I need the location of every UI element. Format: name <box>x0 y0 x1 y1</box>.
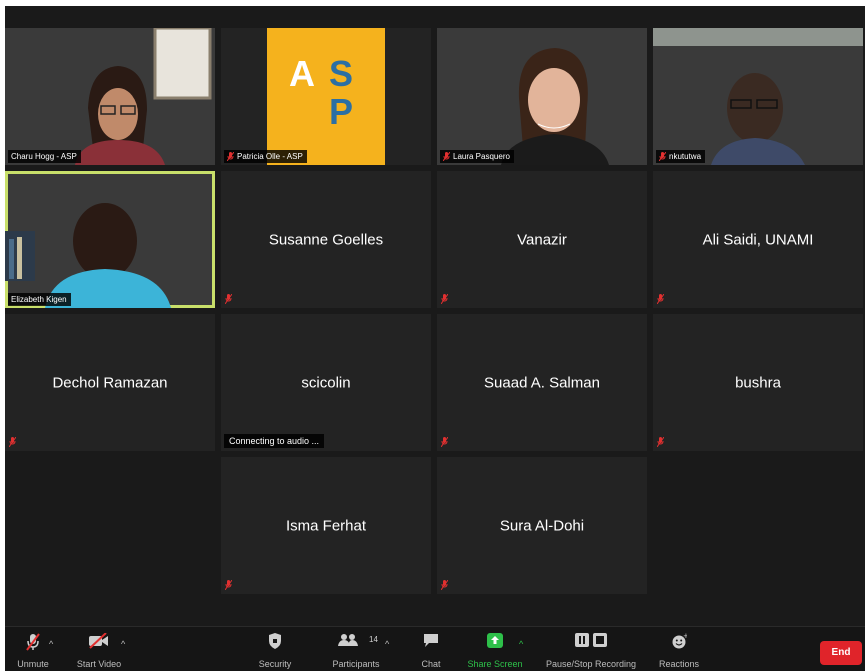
reactions-button[interactable]: + Reactions <box>659 627 699 671</box>
participant-name: Charu Hogg - ASP <box>11 152 77 161</box>
participant-tile[interactable]: Suaad A. Salman <box>437 314 647 451</box>
video-feed <box>501 48 609 165</box>
reactions-label: Reactions <box>658 659 700 669</box>
participant-name: Isma Ferhat <box>285 517 367 534</box>
muted-mic-icon <box>441 437 448 447</box>
svg-text:+: + <box>683 633 687 640</box>
chevron-up-icon[interactable]: ^ <box>519 639 523 649</box>
chevron-up-icon[interactable]: ^ <box>385 639 389 649</box>
shield-icon <box>269 633 281 649</box>
participant-tile[interactable]: Isma Ferhat <box>221 457 431 594</box>
muted-mic-icon <box>657 294 664 304</box>
participant-name: Patricia Olle - ASP <box>237 152 303 161</box>
participant-tile[interactable]: Dechol Ramazan <box>5 314 215 451</box>
muted-mic-icon <box>659 152 666 161</box>
participant-name-tag: nkututwa <box>656 150 706 163</box>
chevron-up-icon[interactable]: ^ <box>121 639 125 649</box>
participant-tile[interactable]: Laura Pasquero <box>437 28 647 165</box>
participant-name: nkututwa <box>669 152 702 161</box>
muted-mic-icon <box>441 580 448 590</box>
reactions-icon: + <box>672 633 687 649</box>
gallery-view: Charu Hogg - ASP A S P Patricia Olle - A… <box>5 28 865 626</box>
participants-icon <box>338 634 358 646</box>
participant-name: Ali Saidi, UNAMI <box>702 231 814 248</box>
participant-tile[interactable]: scicolin Connecting to audio ... <box>221 314 431 451</box>
video-off-icon <box>89 633 108 649</box>
asp-logo-letter: P <box>329 91 354 132</box>
participant-tile[interactable]: bushra <box>653 314 863 451</box>
participants-count: 14 <box>369 635 378 644</box>
participant-name: Laura Pasquero <box>453 152 510 161</box>
participant-tile[interactable]: Sura Al-Dohi <box>437 457 647 594</box>
participant-tile[interactable]: Charu Hogg - ASP <box>5 28 215 165</box>
start-video-label: Start Video <box>76 659 122 669</box>
end-meeting-button[interactable]: End <box>820 641 862 665</box>
participant-name: Suaad A. Salman <box>484 374 600 391</box>
start-video-button[interactable]: Start Video <box>77 627 121 671</box>
video-feed <box>653 28 863 165</box>
participant-name-tag: Charu Hogg - ASP <box>8 150 81 163</box>
zoom-meeting-window: Charu Hogg - ASP A S P Patricia Olle - A… <box>5 6 865 671</box>
participant-name: Vanazir <box>517 231 567 248</box>
participant-tile[interactable]: A S P Patricia Olle - ASP <box>221 28 431 165</box>
participant-name-tag: Elizabeth Kigen <box>8 293 71 306</box>
participant-name: scicolin <box>301 374 351 391</box>
muted-mic-icon <box>225 580 232 590</box>
muted-mic-icon <box>441 294 448 304</box>
participant-name: Dechol Ramazan <box>52 374 168 391</box>
muted-mic-icon <box>225 294 232 304</box>
pause-icon <box>575 633 607 647</box>
share-screen-button[interactable]: Share Screen <box>467 627 523 671</box>
asp-logo: A S P <box>267 28 385 165</box>
muted-mic-icon <box>443 152 450 161</box>
chat-icon <box>424 634 438 647</box>
participant-name-tag: Laura Pasquero <box>440 150 514 163</box>
asp-logo-letter: A <box>289 53 315 94</box>
participant-name: bushra <box>735 374 781 391</box>
video-feed <box>75 28 212 165</box>
pause-stop-recording-button[interactable]: Pause/Stop Recording <box>546 627 636 671</box>
participant-name: Sura Al-Dohi <box>499 517 585 534</box>
muted-mic-icon <box>9 437 16 447</box>
participant-tile-active-speaker[interactable]: Elizabeth Kigen <box>5 171 215 308</box>
connecting-audio-status: Connecting to audio ... <box>224 434 325 448</box>
participant-name: Elizabeth Kigen <box>11 295 67 304</box>
participant-tile[interactable]: Vanazir <box>437 171 647 308</box>
share-screen-icon <box>487 633 503 648</box>
participant-tile[interactable]: nkututwa <box>653 28 863 165</box>
participant-tile[interactable]: Ali Saidi, UNAMI <box>653 171 863 308</box>
muted-mic-icon <box>26 633 40 651</box>
meeting-toolbar: Unmute ^ Start Video ^ Security 14 Parti… <box>5 626 865 671</box>
video-feed <box>5 203 171 308</box>
muted-mic-icon <box>657 437 664 447</box>
asp-logo-letter: S <box>329 53 354 94</box>
muted-mic-icon <box>227 152 234 161</box>
chevron-up-icon[interactable]: ^ <box>49 639 53 649</box>
participant-tile[interactable]: Susanne Goelles <box>221 171 431 308</box>
participant-name-tag: Patricia Olle - ASP <box>224 150 307 163</box>
participant-name: Susanne Goelles <box>268 231 384 248</box>
